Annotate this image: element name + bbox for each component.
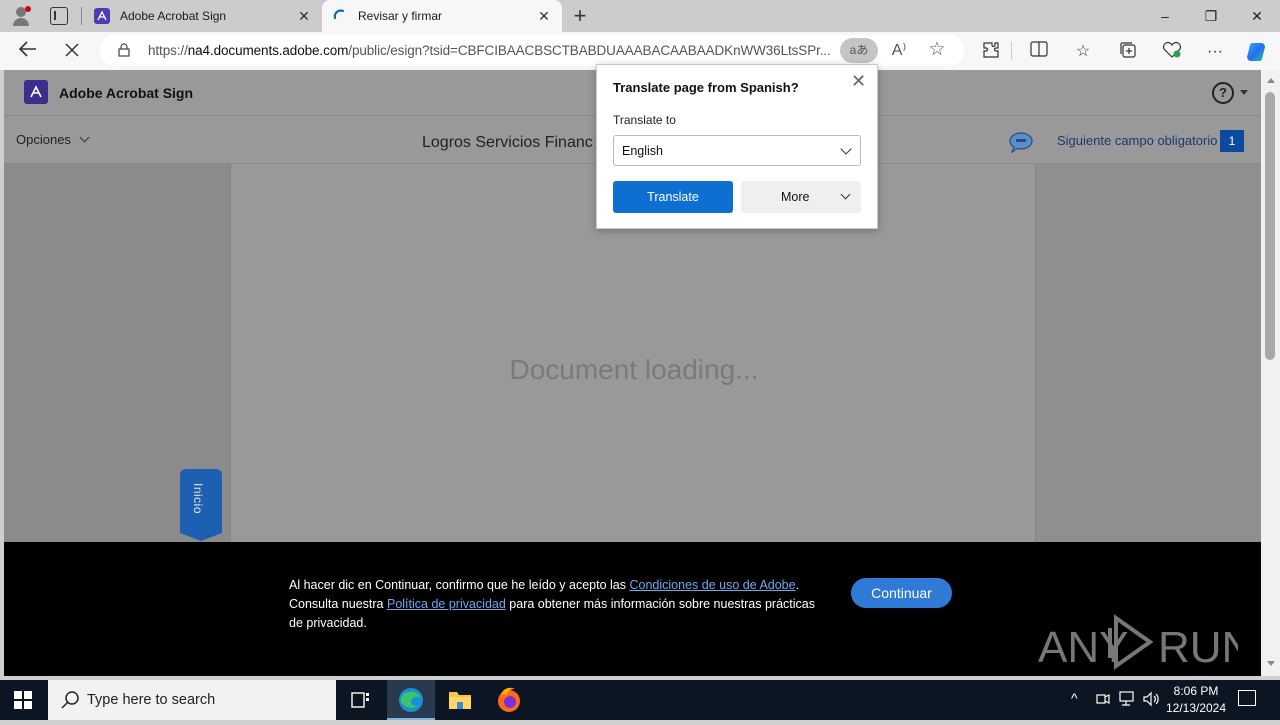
continue-button[interactable]: Continuar bbox=[851, 578, 952, 608]
url-scheme: https:// bbox=[148, 43, 188, 58]
notification-center-icon[interactable] bbox=[1238, 690, 1256, 706]
terms-consent-banner: Al hacer dic en Continuar, confirmo que … bbox=[4, 542, 1261, 676]
favorite-star-icon[interactable]: ☆ bbox=[926, 38, 948, 61]
close-window-button[interactable]: ✕ bbox=[1234, 4, 1280, 28]
target-language-select[interactable]: English bbox=[613, 135, 861, 166]
show-hidden-icons-icon[interactable]: ^ bbox=[1071, 690, 1078, 706]
windows-start-icon[interactable] bbox=[14, 691, 32, 709]
translate-popup: Translate page from Spanish? ✕ Translate… bbox=[596, 64, 878, 229]
start-tab-button[interactable]: Inicio bbox=[180, 469, 222, 541]
taskbar-search-box[interactable]: Type here to search bbox=[48, 680, 336, 720]
chevron-down-icon bbox=[79, 132, 89, 143]
tab-adobe-acrobat-sign[interactable]: Adobe Acrobat Sign ✕ bbox=[84, 0, 322, 32]
tab-actions-icon[interactable] bbox=[50, 7, 68, 25]
back-button[interactable] bbox=[14, 38, 42, 64]
comment-icon[interactable] bbox=[1008, 131, 1034, 154]
lock-icon[interactable] bbox=[118, 43, 130, 57]
volume-icon[interactable] bbox=[1142, 690, 1160, 711]
edge-taskbar-icon[interactable] bbox=[387, 680, 435, 720]
split-screen-icon[interactable] bbox=[1028, 41, 1050, 63]
new-tab-button[interactable]: + bbox=[568, 4, 592, 28]
webcam-icon[interactable] bbox=[1096, 690, 1110, 711]
acrobat-sign-logo bbox=[24, 80, 48, 104]
profile-avatar-icon[interactable] bbox=[12, 5, 32, 27]
extensions-icon[interactable] bbox=[980, 41, 1002, 63]
more-label: More bbox=[781, 190, 810, 204]
more-options-icon[interactable]: ··· bbox=[1204, 41, 1226, 63]
browser-essentials-icon[interactable] bbox=[1161, 41, 1183, 63]
options-label: Opciones bbox=[16, 132, 71, 147]
search-placeholder: Type here to search bbox=[87, 692, 216, 708]
more-options-button[interactable]: More bbox=[741, 181, 861, 213]
network-icon[interactable] bbox=[1118, 690, 1136, 711]
address-bar[interactable]: https://na4.documents.adobe.com/public/e… bbox=[100, 35, 964, 66]
anyrun-watermark: ANY RUN bbox=[1038, 606, 1253, 672]
privacy-policy-link[interactable]: Política de privacidad bbox=[387, 597, 506, 611]
loading-spinner-icon bbox=[332, 8, 348, 24]
clock-date: 12/13/2024 bbox=[1165, 701, 1227, 715]
restore-button[interactable]: ❐ bbox=[1188, 4, 1234, 28]
tab-title: Adobe Acrobat Sign bbox=[120, 9, 227, 23]
selected-language: English bbox=[622, 144, 663, 158]
task-view-icon[interactable] bbox=[336, 680, 384, 720]
file-explorer-icon[interactable] bbox=[436, 680, 484, 720]
chevron-down-icon bbox=[840, 143, 852, 155]
clock-time: 8:06 PM bbox=[1173, 684, 1219, 698]
tab-close-icon[interactable]: ✕ bbox=[532, 8, 556, 25]
translate-page-icon[interactable]: aあ bbox=[840, 38, 878, 63]
collections-icon[interactable] bbox=[1117, 41, 1139, 63]
document-title: Logros Servicios Financ bbox=[422, 134, 593, 151]
favorites-icon[interactable]: ☆ bbox=[1072, 41, 1094, 63]
toolbar-divider bbox=[1011, 42, 1012, 60]
firefox-icon[interactable] bbox=[485, 680, 533, 720]
next-required-field-link[interactable]: Siguiente campo obligatorio bbox=[1057, 133, 1217, 148]
scrollbar-thumb[interactable] bbox=[1265, 92, 1275, 360]
terms-of-use-link[interactable]: Condiciones de uso de Adobe bbox=[629, 578, 795, 592]
acrobat-icon bbox=[94, 8, 110, 24]
help-dropdown-caret-icon[interactable] bbox=[1240, 90, 1248, 95]
close-icon[interactable]: ✕ bbox=[851, 71, 866, 92]
read-aloud-icon[interactable]: A⁾ bbox=[888, 40, 910, 60]
consent-text-part: Consulta nuestra bbox=[289, 597, 387, 611]
search-icon bbox=[60, 690, 80, 710]
consent-text-part: Al hacer dic en Continuar, confirmo que … bbox=[289, 578, 630, 592]
windows-taskbar: Type here to search ^ 8:06 PM 12/13/2024 bbox=[0, 680, 1280, 720]
url-path: /public/esign?tsid=CBFCIBAACBSCTBABDUAAA… bbox=[348, 43, 831, 58]
tab-title: Revisar y firmar bbox=[358, 9, 443, 23]
tab-divider bbox=[81, 7, 82, 25]
required-field-count-badge[interactable]: 1 bbox=[1220, 130, 1244, 152]
url-host: na4.documents.adobe.com bbox=[187, 43, 349, 58]
page-scrollbar[interactable] bbox=[1261, 70, 1280, 676]
scroll-up-arrow-icon[interactable] bbox=[1267, 78, 1275, 83]
consent-text: Al hacer dic en Continuar, confirmo que … bbox=[289, 576, 819, 633]
tab-revisar-y-firmar[interactable]: Revisar y firmar ✕ bbox=[322, 0, 562, 32]
chevron-down-icon bbox=[840, 189, 851, 200]
url-text[interactable]: https://na4.documents.adobe.com/public/e… bbox=[148, 43, 831, 58]
watermark-right: RUN bbox=[1158, 623, 1238, 672]
app-name: Adobe Acrobat Sign bbox=[59, 85, 194, 101]
help-icon[interactable]: ? bbox=[1212, 82, 1234, 104]
browser-tab-strip: Adobe Acrobat Sign ✕ Revisar y firmar ✕ … bbox=[0, 0, 1280, 32]
translate-to-label: Translate to bbox=[613, 113, 676, 127]
start-tab-label: Inicio bbox=[191, 483, 205, 515]
translate-button[interactable]: Translate bbox=[613, 181, 733, 213]
scroll-down-arrow-icon[interactable] bbox=[1267, 661, 1275, 666]
taskbar-clock[interactable]: 8:06 PM 12/13/2024 bbox=[1162, 683, 1230, 717]
consent-text-part: . bbox=[795, 578, 800, 592]
options-menu[interactable]: Opciones bbox=[16, 132, 89, 147]
document-loading-text: Document loading... bbox=[509, 354, 759, 385]
copilot-icon[interactable] bbox=[1246, 41, 1268, 63]
tab-close-icon[interactable]: ✕ bbox=[292, 8, 316, 25]
translate-popup-title: Translate page from Spanish? bbox=[613, 80, 799, 95]
stop-loading-button[interactable] bbox=[58, 38, 86, 64]
minimize-button[interactable]: – bbox=[1142, 4, 1188, 28]
